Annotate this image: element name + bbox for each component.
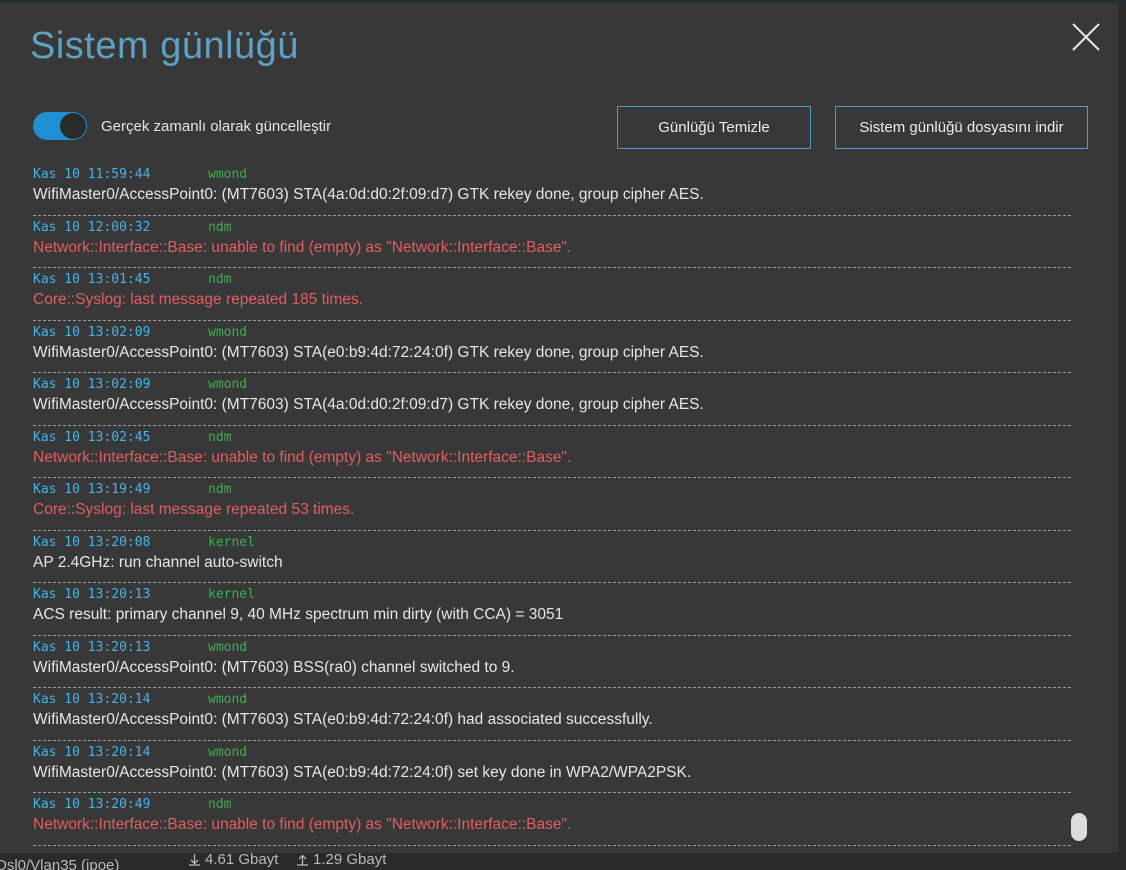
- close-button[interactable]: [1070, 21, 1102, 53]
- system-log-modal: Sistem günlüğü Gerçek zamanlı olarak gün…: [0, 3, 1118, 853]
- interface-label: Dsl0/Vlan35 (ipoe): [0, 857, 120, 870]
- log-source: wmond: [208, 377, 248, 392]
- log-message: WifiMaster0/AccessPoint0: (MT7603) STA(4…: [33, 186, 704, 203]
- clear-log-button[interactable]: Günlüğü Temizle: [617, 106, 811, 149]
- log-entry-meta: Kas 10 13:20:13 wmond: [33, 639, 247, 656]
- log-source: ndm: [208, 797, 232, 812]
- log-message: AP 2.4GHz: run channel auto-switch: [33, 553, 283, 571]
- log-timestamp: Kas 10 13:02:45: [33, 429, 151, 445]
- log-timestamp: Kas 10 12:00:32: [33, 219, 151, 235]
- log-source: wmond: [208, 639, 248, 655]
- log-entry: Kas 10 13:02:09 wmond WifiMaster0/AccessPo…: [33, 321, 1071, 373]
- log-entry: Kas 10 13:20:14 wmond WifiMaster0/AccessPo…: [33, 688, 1071, 741]
- log-source: ndm: [208, 219, 232, 235]
- log-entry: Kas 10 12:00:32 ndmNetwork::Interface::Ba…: [33, 216, 1071, 268]
- realtime-toggle-label: Gerçek zamanlı olarak güncelleştir: [101, 117, 332, 135]
- log-timestamp: Kas 10 13:20:13: [33, 639, 151, 655]
- page: Sistem günlüğü Gerçek zamanlı olarak gün…: [0, 0, 1126, 870]
- log-source: kernel: [208, 587, 255, 602]
- log-message: ACS result: primary channel 9, 40 MHz sp…: [33, 606, 564, 623]
- log-entry-meta: Kas 10 12:00:32 ndm: [33, 219, 231, 236]
- log-entry: Kas 10 13:20:49 ndmNetwork::Interface::Ba…: [33, 793, 1071, 846]
- download-total-value: 4.61 Gbayt: [205, 851, 279, 868]
- log-message: WifiMaster0/AccessPoint0: (MT7603) STA(e…: [33, 343, 704, 361]
- log-entry-meta: Kas 10 13:02:45 ndm: [33, 429, 231, 446]
- log-message: Network::Interface::Base: unable to find…: [33, 816, 572, 833]
- log-source: ndm: [208, 429, 232, 445]
- log-source: ndm: [208, 482, 232, 497]
- log-entry-meta: Kas 10 13:20:13 kernel: [33, 587, 255, 603]
- log-message: WifiMaster0/AccessPoint0: (MT7603) STA(4…: [33, 396, 704, 413]
- realtime-toggle[interactable]: [33, 112, 87, 140]
- upload-total-value: 1.29 Gbayt: [313, 851, 387, 868]
- log-message: Network::Interface::Base: unable to find…: [33, 238, 572, 256]
- close-icon: [1072, 23, 1100, 51]
- log-timestamp: Kas 10 13:02:09: [33, 377, 151, 392]
- download-total: 4.61 Gbayt: [188, 851, 278, 868]
- download-log-button[interactable]: Sistem günlüğü dosyasını indir: [835, 106, 1088, 149]
- log-entry-meta: Kas 10 13:20:14 wmond: [33, 692, 247, 708]
- log-entry-meta: Kas 10 13:20:14 wmond: [33, 744, 247, 761]
- log-source: wmond: [208, 744, 248, 760]
- upload-total: 1.29 Gbayt: [296, 851, 386, 868]
- log-source: wmond: [208, 692, 248, 707]
- log-timestamp: Kas 10 13:20:49: [33, 797, 151, 812]
- upload-arrow-icon: [297, 854, 308, 866]
- log-entry-meta: Kas 10 13:20:49 ndm: [33, 797, 231, 813]
- log-entry: Kas 10 13:20:13 kernel ACS result: primary…: [33, 583, 1071, 636]
- log-entry: Kas 10 13:20:13 wmond WifiMaster0/AccessPo…: [33, 636, 1071, 688]
- log-entry: Kas 10 13:20:08 kernel AP 2.4GHz: run chan…: [33, 531, 1071, 583]
- log-entry-meta: Kas 10 13:02:09 wmond: [33, 377, 247, 393]
- log-entry-meta: Kas 10 11:59:44 wmond: [33, 167, 247, 183]
- log-message: Core::Syslog: last message repeated 185 …: [33, 291, 363, 308]
- log-message: WifiMaster0/AccessPoint0: (MT7603) BSS(r…: [33, 658, 515, 676]
- log-timestamp: Kas 10 13:20:13: [33, 587, 151, 602]
- log-timestamp: Kas 10 13:20:14: [33, 744, 151, 760]
- log-timestamp: Kas 10 13:20:08: [33, 534, 151, 550]
- log-entry: Kas 10 11:59:44 wmond WifiMaster0/AccessPo…: [33, 163, 1071, 216]
- log-entry-meta: Kas 10 13:20:08 kernel: [33, 534, 255, 551]
- log-message: Core::Syslog: last message repeated 53 t…: [33, 501, 355, 518]
- scrollbar-thumb[interactable]: [1071, 813, 1087, 841]
- log-entry: Kas 10 13:20:14 wmond WifiMaster0/AccessPo…: [33, 741, 1071, 793]
- log-entry-meta: Kas 10 13:02:09 wmond: [33, 324, 247, 341]
- log-source: kernel: [208, 534, 255, 550]
- log-timestamp: Kas 10 13:01:45: [33, 272, 151, 287]
- log-list[interactable]: Kas 10 11:59:44 wmond WifiMaster0/AccessPo…: [33, 163, 1071, 848]
- modal-title: Sistem günlüğü: [30, 25, 299, 67]
- log-timestamp: Kas 10 11:59:44: [33, 167, 151, 182]
- log-timestamp: Kas 10 13:19:49: [33, 482, 151, 497]
- log-timestamp: Kas 10 13:20:14: [33, 692, 151, 707]
- log-entry-meta: Kas 10 13:01:45 ndm: [33, 272, 231, 288]
- log-entry: Kas 10 13:19:49 ndmCore::Syslog: last mes…: [33, 478, 1071, 531]
- download-arrow-icon: [189, 854, 200, 866]
- background-status-strip: Dsl0/Vlan35 (ipoe) 4.61 Gbayt 1.29 Gbayt: [0, 851, 1126, 870]
- log-entry: Kas 10 13:02:09 wmond WifiMaster0/AccessPo…: [33, 373, 1071, 426]
- log-message: WifiMaster0/AccessPoint0: (MT7603) STA(e…: [33, 763, 692, 781]
- log-source: ndm: [208, 272, 232, 287]
- log-entry: Kas 10 13:02:45 ndmNetwork::Interface::Ba…: [33, 426, 1071, 478]
- log-source: wmond: [208, 324, 248, 340]
- realtime-toggle-row: Gerçek zamanlı olarak güncelleştir: [33, 112, 331, 140]
- log-message: WifiMaster0/AccessPoint0: (MT7603) STA(e…: [33, 711, 653, 728]
- toggle-knob: [60, 113, 86, 139]
- log-source: wmond: [208, 167, 248, 182]
- log-entry-meta: Kas 10 13:19:49 ndm: [33, 482, 231, 498]
- log-timestamp: Kas 10 13:02:09: [33, 324, 151, 340]
- log-message: Network::Interface::Base: unable to find…: [33, 448, 572, 466]
- log-entry: Kas 10 13:01:45 ndmCore::Syslog: last mes…: [33, 268, 1071, 321]
